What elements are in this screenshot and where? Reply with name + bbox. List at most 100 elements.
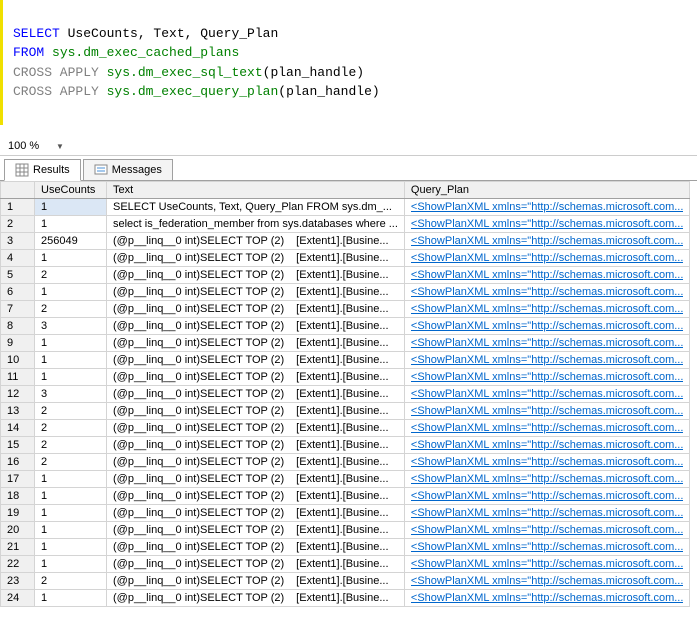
queryplan-link[interactable]: <ShowPlanXML xmlns="http://schemas.micro… bbox=[411, 235, 684, 247]
row-number[interactable]: 12 bbox=[1, 386, 35, 403]
cell-text[interactable]: (@p__linq__0 int)SELECT TOP (2)[Extent1]… bbox=[107, 522, 405, 539]
col-header-text[interactable]: Text bbox=[107, 182, 405, 199]
cell-queryplan[interactable]: <ShowPlanXML xmlns="http://schemas.micro… bbox=[404, 420, 690, 437]
row-number[interactable]: 18 bbox=[1, 488, 35, 505]
cell-text[interactable]: (@p__linq__0 int)SELECT TOP (2)[Extent1]… bbox=[107, 505, 405, 522]
cell-queryplan[interactable]: <ShowPlanXML xmlns="http://schemas.micro… bbox=[404, 369, 690, 386]
table-row[interactable]: 91(@p__linq__0 int)SELECT TOP (2)[Extent… bbox=[1, 335, 690, 352]
queryplan-link[interactable]: <ShowPlanXML xmlns="http://schemas.micro… bbox=[411, 405, 684, 417]
cell-usecounts[interactable]: 2 bbox=[35, 420, 107, 437]
cell-text[interactable]: (@p__linq__0 int)SELECT TOP (2)[Extent1]… bbox=[107, 573, 405, 590]
cell-usecounts[interactable]: 1 bbox=[35, 488, 107, 505]
row-number[interactable]: 21 bbox=[1, 539, 35, 556]
table-row[interactable]: 111(@p__linq__0 int)SELECT TOP (2)[Exten… bbox=[1, 369, 690, 386]
row-number[interactable]: 8 bbox=[1, 318, 35, 335]
row-number[interactable]: 9 bbox=[1, 335, 35, 352]
queryplan-link[interactable]: <ShowPlanXML xmlns="http://schemas.micro… bbox=[411, 286, 684, 298]
cell-text[interactable]: (@p__linq__0 int)SELECT TOP (2)[Extent1]… bbox=[107, 369, 405, 386]
cell-usecounts[interactable]: 3 bbox=[35, 318, 107, 335]
cell-usecounts[interactable]: 1 bbox=[35, 369, 107, 386]
table-row[interactable]: 132(@p__linq__0 int)SELECT TOP (2)[Exten… bbox=[1, 403, 690, 420]
row-number[interactable]: 24 bbox=[1, 590, 35, 607]
cell-text[interactable]: SELECT UseCounts, Text, Query_Plan FROM … bbox=[107, 199, 405, 216]
cell-queryplan[interactable]: <ShowPlanXML xmlns="http://schemas.micro… bbox=[404, 403, 690, 420]
cell-usecounts[interactable]: 1 bbox=[35, 471, 107, 488]
row-number[interactable]: 6 bbox=[1, 284, 35, 301]
cell-queryplan[interactable]: <ShowPlanXML xmlns="http://schemas.micro… bbox=[404, 233, 690, 250]
table-row[interactable]: 221(@p__linq__0 int)SELECT TOP (2)[Exten… bbox=[1, 556, 690, 573]
table-row[interactable]: 241(@p__linq__0 int)SELECT TOP (2)[Exten… bbox=[1, 590, 690, 607]
cell-text[interactable]: (@p__linq__0 int)SELECT TOP (2)[Extent1]… bbox=[107, 318, 405, 335]
queryplan-link[interactable]: <ShowPlanXML xmlns="http://schemas.micro… bbox=[411, 201, 684, 213]
cell-text[interactable]: (@p__linq__0 int)SELECT TOP (2)[Extent1]… bbox=[107, 352, 405, 369]
cell-usecounts[interactable]: 1 bbox=[35, 352, 107, 369]
cell-text[interactable]: (@p__linq__0 int)SELECT TOP (2)[Extent1]… bbox=[107, 284, 405, 301]
queryplan-link[interactable]: <ShowPlanXML xmlns="http://schemas.micro… bbox=[411, 473, 684, 485]
table-row[interactable]: 52(@p__linq__0 int)SELECT TOP (2)[Extent… bbox=[1, 267, 690, 284]
table-row[interactable]: 211(@p__linq__0 int)SELECT TOP (2)[Exten… bbox=[1, 539, 690, 556]
table-row[interactable]: 201(@p__linq__0 int)SELECT TOP (2)[Exten… bbox=[1, 522, 690, 539]
queryplan-link[interactable]: <ShowPlanXML xmlns="http://schemas.micro… bbox=[411, 320, 684, 332]
cell-queryplan[interactable]: <ShowPlanXML xmlns="http://schemas.micro… bbox=[404, 437, 690, 454]
cell-usecounts[interactable]: 1 bbox=[35, 216, 107, 233]
cell-queryplan[interactable]: <ShowPlanXML xmlns="http://schemas.micro… bbox=[404, 505, 690, 522]
cell-text[interactable]: (@p__linq__0 int)SELECT TOP (2)[Extent1]… bbox=[107, 454, 405, 471]
table-row[interactable]: 171(@p__linq__0 int)SELECT TOP (2)[Exten… bbox=[1, 471, 690, 488]
sql-editor[interactable]: SELECT UseCounts, Text, Query_Plan FROM … bbox=[0, 0, 697, 125]
row-number[interactable]: 19 bbox=[1, 505, 35, 522]
queryplan-link[interactable]: <ShowPlanXML xmlns="http://schemas.micro… bbox=[411, 422, 684, 434]
cell-usecounts[interactable]: 2 bbox=[35, 267, 107, 284]
cell-text[interactable]: select is_federation_member from sys.dat… bbox=[107, 216, 405, 233]
cell-text[interactable]: (@p__linq__0 int)SELECT TOP (2)[Extent1]… bbox=[107, 335, 405, 352]
cell-queryplan[interactable]: <ShowPlanXML xmlns="http://schemas.micro… bbox=[404, 590, 690, 607]
queryplan-link[interactable]: <ShowPlanXML xmlns="http://schemas.micro… bbox=[411, 507, 684, 519]
row-number[interactable]: 2 bbox=[1, 216, 35, 233]
table-row[interactable]: 232(@p__linq__0 int)SELECT TOP (2)[Exten… bbox=[1, 573, 690, 590]
cell-queryplan[interactable]: <ShowPlanXML xmlns="http://schemas.micro… bbox=[404, 284, 690, 301]
cell-usecounts[interactable]: 2 bbox=[35, 437, 107, 454]
queryplan-link[interactable]: <ShowPlanXML xmlns="http://schemas.micro… bbox=[411, 592, 684, 604]
tab-messages[interactable]: Messages bbox=[83, 159, 173, 180]
cell-text[interactable]: (@p__linq__0 int)SELECT TOP (2)[Extent1]… bbox=[107, 488, 405, 505]
cell-text[interactable]: (@p__linq__0 int)SELECT TOP (2)[Extent1]… bbox=[107, 437, 405, 454]
tab-results[interactable]: Results bbox=[4, 159, 81, 181]
cell-text[interactable]: (@p__linq__0 int)SELECT TOP (2)[Extent1]… bbox=[107, 403, 405, 420]
cell-text[interactable]: (@p__linq__0 int)SELECT TOP (2)[Extent1]… bbox=[107, 250, 405, 267]
row-number[interactable]: 13 bbox=[1, 403, 35, 420]
col-header-usecounts[interactable]: UseCounts bbox=[35, 182, 107, 199]
cell-usecounts[interactable]: 1 bbox=[35, 250, 107, 267]
table-row[interactable]: 191(@p__linq__0 int)SELECT TOP (2)[Exten… bbox=[1, 505, 690, 522]
queryplan-link[interactable]: <ShowPlanXML xmlns="http://schemas.micro… bbox=[411, 354, 684, 366]
row-number[interactable]: 15 bbox=[1, 437, 35, 454]
table-row[interactable]: 152(@p__linq__0 int)SELECT TOP (2)[Exten… bbox=[1, 437, 690, 454]
cell-queryplan[interactable]: <ShowPlanXML xmlns="http://schemas.micro… bbox=[404, 573, 690, 590]
cell-queryplan[interactable]: <ShowPlanXML xmlns="http://schemas.micro… bbox=[404, 386, 690, 403]
cell-text[interactable]: (@p__linq__0 int)SELECT TOP (2)[Extent1]… bbox=[107, 301, 405, 318]
cell-usecounts[interactable]: 1 bbox=[35, 335, 107, 352]
cell-text[interactable]: (@p__linq__0 int)SELECT TOP (2)[Extent1]… bbox=[107, 386, 405, 403]
table-row[interactable]: 21select is_federation_member from sys.d… bbox=[1, 216, 690, 233]
queryplan-link[interactable]: <ShowPlanXML xmlns="http://schemas.micro… bbox=[411, 558, 684, 570]
cell-text[interactable]: (@p__linq__0 int)SELECT TOP (2)[Extent1]… bbox=[107, 420, 405, 437]
row-number[interactable]: 1 bbox=[1, 199, 35, 216]
cell-usecounts[interactable]: 2 bbox=[35, 403, 107, 420]
row-number[interactable]: 7 bbox=[1, 301, 35, 318]
results-grid[interactable]: UseCounts Text Query_Plan 11SELECT UseCo… bbox=[0, 181, 690, 607]
queryplan-link[interactable]: <ShowPlanXML xmlns="http://schemas.micro… bbox=[411, 303, 684, 315]
row-number[interactable]: 11 bbox=[1, 369, 35, 386]
queryplan-link[interactable]: <ShowPlanXML xmlns="http://schemas.micro… bbox=[411, 371, 684, 383]
cell-usecounts[interactable]: 1 bbox=[35, 284, 107, 301]
table-row[interactable]: 72(@p__linq__0 int)SELECT TOP (2)[Extent… bbox=[1, 301, 690, 318]
queryplan-link[interactable]: <ShowPlanXML xmlns="http://schemas.micro… bbox=[411, 218, 684, 230]
row-number[interactable]: 5 bbox=[1, 267, 35, 284]
cell-text[interactable]: (@p__linq__0 int)SELECT TOP (2)[Extent1]… bbox=[107, 471, 405, 488]
row-number[interactable]: 4 bbox=[1, 250, 35, 267]
cell-text[interactable]: (@p__linq__0 int)SELECT TOP (2)[Extent1]… bbox=[107, 590, 405, 607]
chevron-down-icon[interactable]: ▼ bbox=[56, 142, 64, 151]
cell-queryplan[interactable]: <ShowPlanXML xmlns="http://schemas.micro… bbox=[404, 318, 690, 335]
queryplan-link[interactable]: <ShowPlanXML xmlns="http://schemas.micro… bbox=[411, 439, 684, 451]
cell-queryplan[interactable]: <ShowPlanXML xmlns="http://schemas.micro… bbox=[404, 301, 690, 318]
cell-usecounts[interactable]: 2 bbox=[35, 573, 107, 590]
cell-text[interactable]: (@p__linq__0 int)SELECT TOP (2)[Extent1]… bbox=[107, 233, 405, 250]
row-number[interactable]: 17 bbox=[1, 471, 35, 488]
